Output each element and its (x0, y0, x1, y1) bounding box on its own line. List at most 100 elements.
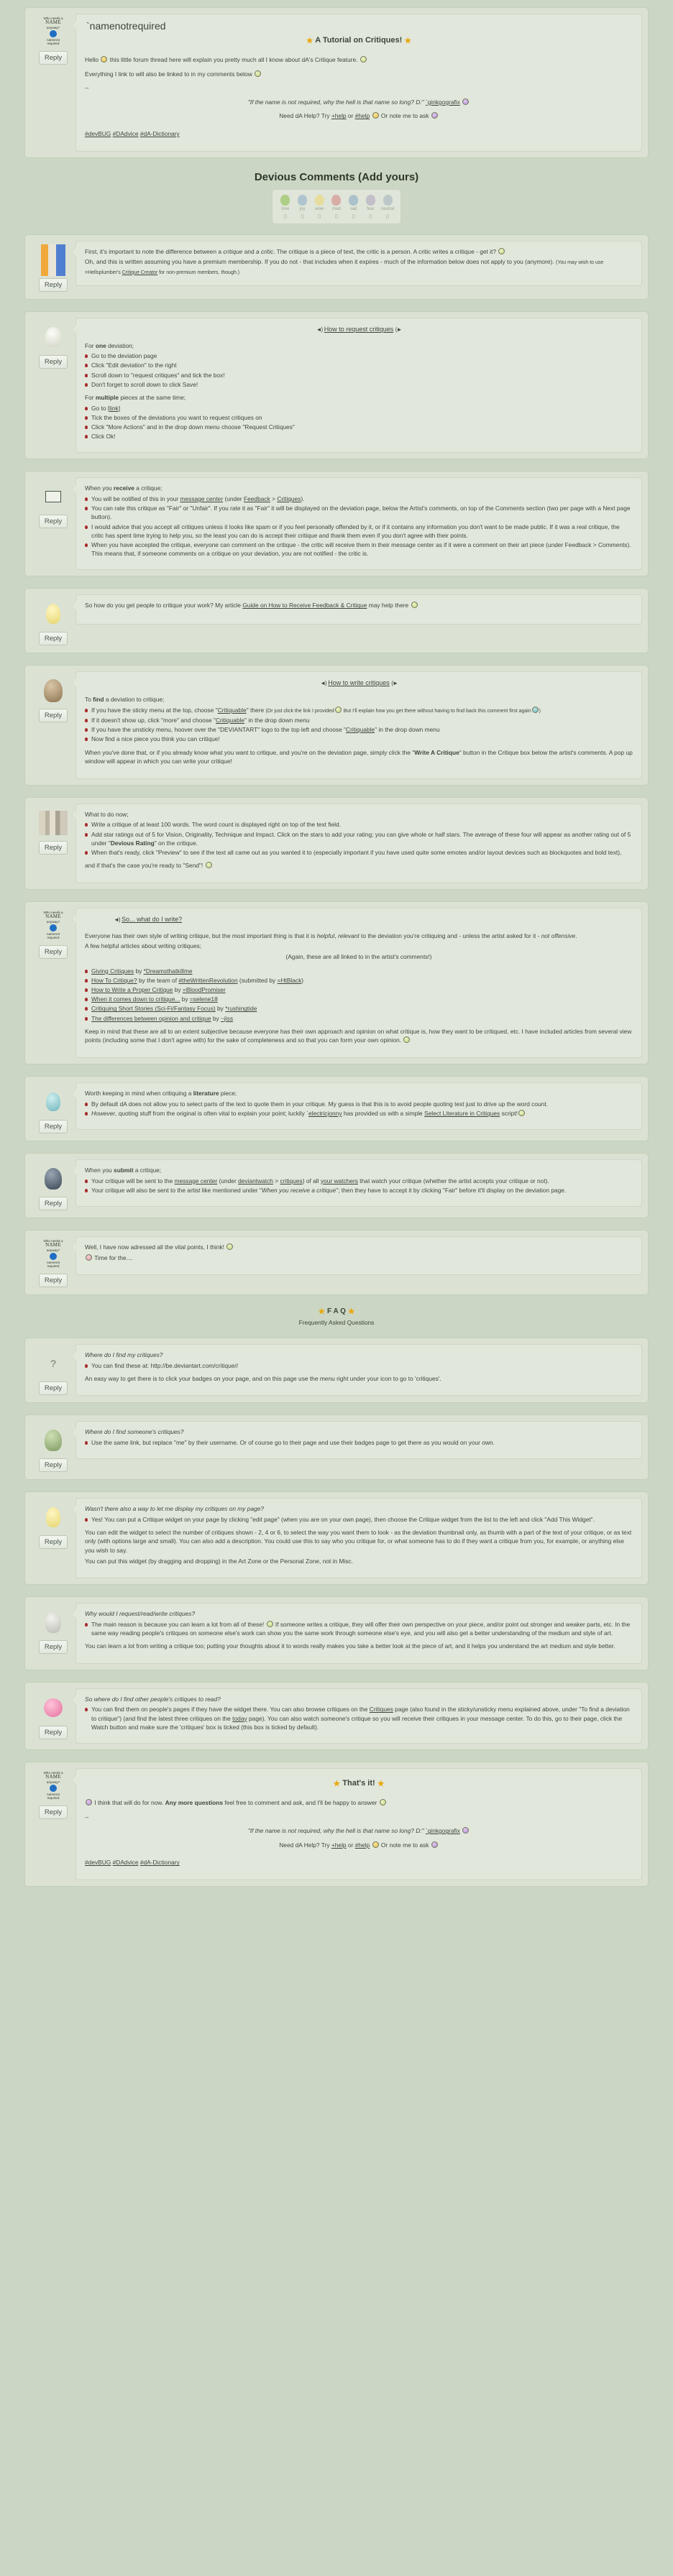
emotion-sad[interactable]: sad 0 (346, 194, 362, 220)
reply-button[interactable]: Reply (38, 1805, 68, 1819)
message-center-link[interactable]: message center (180, 495, 224, 502)
electricjonny-link[interactable]: electricjonny (308, 1110, 342, 1117)
emotion-count: 0 (334, 213, 339, 220)
critiques-page-link[interactable]: Critiques (370, 1706, 393, 1713)
signature-author-link[interactable]: `ginkgografix (426, 98, 460, 106)
reply-button[interactable]: Reply (38, 1640, 68, 1655)
avatar[interactable] (35, 805, 71, 841)
signature-author-link[interactable]: `ginkgografix (426, 1827, 460, 1834)
emotion-fear[interactable]: fear 0 (362, 194, 378, 220)
article-author-link[interactable]: *rushingtide (225, 1005, 257, 1012)
post-gutter: Reply (31, 241, 75, 293)
avatar[interactable]: Who needs a NAME anyway? namenot require… (35, 15, 71, 51)
emotion-wow[interactable]: wow 0 (311, 194, 327, 220)
lightbulb-avatar-icon (46, 1506, 60, 1527)
emotion-joy[interactable]: joy 0 (295, 194, 311, 220)
avatar[interactable] (35, 596, 71, 632)
deviantwatch-link[interactable]: deviantwatch (238, 1177, 273, 1184)
word-critic: critic (260, 247, 274, 255)
article-link[interactable]: The differences between opinion and crit… (91, 1015, 211, 1022)
avatar[interactable] (35, 1084, 71, 1120)
post-gutter: Reply (31, 1421, 75, 1473)
reply-button[interactable]: Reply (38, 51, 68, 65)
critique-creator-link[interactable]: Critique Creator (122, 270, 157, 275)
emotion-reaction-bar[interactable]: love 0 joy 0 wow 0 mad 0 sad 0 fear 0 ne… (272, 188, 401, 224)
avatar[interactable] (35, 319, 71, 355)
tag-devbug[interactable]: #devBUG (85, 130, 111, 137)
avatar[interactable] (35, 673, 71, 709)
help-link-a[interactable]: +help (331, 1841, 347, 1849)
critiques-link[interactable]: critiques (280, 1177, 303, 1184)
article-author-link[interactable]: ~jiss (221, 1015, 233, 1022)
avatar[interactable] (35, 1499, 71, 1535)
avatar[interactable]: ? (35, 1346, 71, 1381)
link-placeholder[interactable]: [link] (108, 405, 120, 412)
critiquable-link-3[interactable]: Critiquable (346, 726, 375, 733)
emotion-neutral[interactable]: neutral 0 (380, 194, 395, 220)
tag-devbug[interactable]: #devBUG (85, 1859, 111, 1866)
section-heading-link[interactable]: How to request critiques (324, 326, 394, 333)
reply-button[interactable]: Reply (38, 277, 68, 292)
article-author-link[interactable]: =selene18 (190, 995, 218, 1003)
avatar[interactable] (35, 479, 71, 515)
critiques-link[interactable]: Critiques (277, 495, 301, 502)
avatar[interactable]: Who needs a NAME anyway? namenot require… (35, 1770, 71, 1806)
article-link[interactable]: How to Write a Proper Critique (91, 986, 173, 993)
avatar[interactable] (35, 1690, 71, 1726)
avatar[interactable]: Who needs a NAME anyway? namenot require… (35, 909, 71, 945)
help-link-b[interactable]: #help (355, 112, 370, 119)
article-author-link[interactable]: =BloodPromiser (183, 986, 226, 993)
sub-post: a deviation to critique; (104, 696, 165, 704)
reply-button[interactable]: Reply (38, 515, 68, 529)
avatar[interactable] (35, 242, 71, 278)
message-center-link[interactable]: message center (175, 1177, 218, 1184)
post-gutter: Reply (31, 594, 75, 647)
reply-button[interactable]: Reply (38, 709, 68, 723)
critiquable-link-1[interactable]: Critiquable (218, 707, 247, 714)
article-author-link[interactable]: *Dreamsthatkillme (144, 967, 193, 975)
article-link[interactable]: Giving Critiques (91, 967, 134, 975)
smile-emote-icon (518, 1109, 525, 1116)
feedback-link[interactable]: Feedback (244, 495, 270, 502)
reply-button[interactable]: Reply (38, 840, 68, 855)
emotion-mad[interactable]: mad 0 (329, 194, 344, 220)
reply-button[interactable]: Reply (38, 1381, 68, 1395)
reply-button[interactable]: Reply (38, 1725, 68, 1739)
guide-paragraph: So how do you get people to critique you… (85, 601, 633, 610)
emotion-love[interactable]: love 0 (278, 194, 293, 220)
reply-button[interactable]: Reply (38, 944, 68, 959)
reply-button[interactable]: Reply (38, 354, 68, 369)
article-submitter-link[interactable]: =HtBlack (278, 977, 302, 984)
your-watchers-link[interactable]: your watchers (321, 1177, 358, 1184)
avatar[interactable] (35, 1161, 71, 1197)
article-author-link[interactable]: #theWrittenRevolution (178, 977, 237, 984)
help-link-a[interactable]: +help (331, 112, 347, 119)
tag-dictionary[interactable]: #dA-Dictionary (140, 130, 180, 137)
section-heading-link[interactable]: So... what do I write? (122, 916, 182, 923)
section-heading-link[interactable]: How to write critiques (328, 679, 390, 686)
avatar[interactable]: Who needs a NAME anyway? namenot require… (35, 1238, 71, 1274)
today-page-link[interactable]: today (232, 1715, 247, 1722)
article-link[interactable]: When it comes down to critique... (91, 995, 180, 1003)
tag-dictionary[interactable]: #dA-Dictionary (140, 1859, 180, 1866)
reply-button[interactable]: Reply (38, 1535, 68, 1549)
t-a: When you've done that, or if you already… (85, 748, 415, 756)
article-link[interactable]: How To Critique? (91, 977, 137, 984)
avatar[interactable] (35, 1604, 71, 1640)
reply-button[interactable]: Reply (38, 1273, 68, 1287)
reply-button[interactable]: Reply (38, 632, 68, 646)
critiquable-link-2[interactable]: Critiquable (216, 717, 244, 724)
feedback-guide-link[interactable]: Guide on How to Receive Feedback & Criti… (242, 602, 367, 609)
tag-dadvice[interactable]: #DAdvice (113, 130, 139, 137)
reply-button[interactable]: Reply (38, 1196, 68, 1210)
post-author-name[interactable]: `namenotrequired (86, 20, 633, 32)
article-link[interactable]: Critiquing Short Stories (Sci-Fi/Fantasy… (91, 1005, 216, 1012)
reply-button[interactable]: Reply (38, 1458, 68, 1472)
comment-post-write-critiques: Reply ◄) How to write critiques (► To fi… (24, 665, 649, 786)
reply-button[interactable]: Reply (38, 1119, 68, 1133)
help-link-b[interactable]: #help (355, 1841, 370, 1849)
articles-list: Giving Critiques by *Dreamsthatkillme Ho… (85, 967, 633, 1023)
tag-dadvice[interactable]: #DAdvice (113, 1859, 139, 1866)
select-literature-script-link[interactable]: Select Literature in Critiques (424, 1110, 500, 1117)
avatar[interactable] (35, 1422, 71, 1458)
